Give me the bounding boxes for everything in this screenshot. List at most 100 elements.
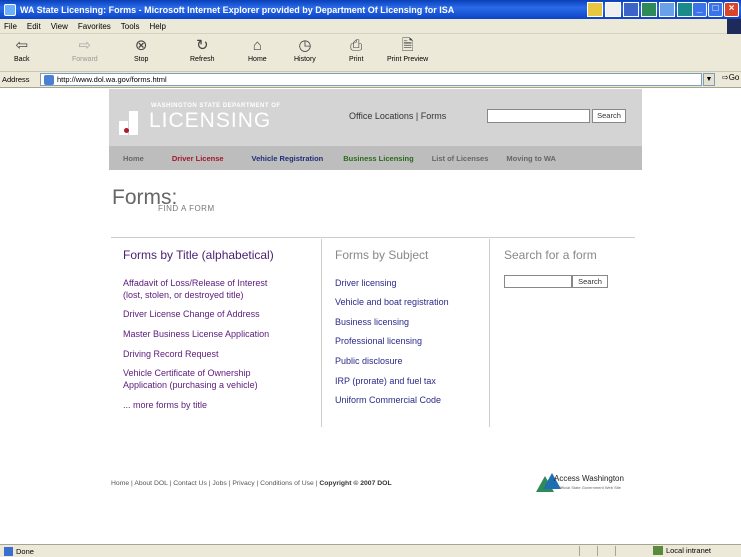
link-vehicle-certificate-detail[interactable]: Application (purchasing a vehicle) [123,379,258,391]
footer-link-conditions[interactable]: Conditions of Use [260,480,314,487]
tray-icon [659,2,675,17]
site-search-input[interactable] [487,109,590,123]
link-driver-license-change-of-address[interactable]: Driver License Change of Address [123,308,260,320]
minimize-button[interactable]: _ [692,2,707,17]
window-titlebar: WA State Licensing: Forms - Microsoft In… [0,0,741,19]
link-affidavit-of-loss-detail[interactable]: (lost, stolen, or destroyed title) [123,289,244,301]
nav-vehicle-registration[interactable]: Vehicle Registration [232,154,332,163]
dol-logo-icon[interactable] [119,111,143,135]
history-button[interactable]: ◷ History [294,36,316,63]
stop-icon: ⊗ [134,37,148,54]
footer-link-privacy[interactable]: Privacy [232,480,254,487]
link-vehicle-certificate-of-ownership[interactable]: Vehicle Certificate of Ownership [123,367,251,379]
address-url: http://www.dol.wa.gov/forms.html [57,75,167,84]
forms-by-subject-heading: Forms by Subject [335,248,429,262]
footer-link-about[interactable]: About DOL [134,480,167,487]
link-subject-vehicle-boat[interactable]: Vehicle and boat registration [335,296,449,308]
tray-icon [623,2,639,17]
window-title: WA State Licensing: Forms - Microsoft In… [20,4,455,15]
menu-favorites[interactable]: Favorites [78,22,111,31]
nav-list-of-licenses[interactable]: List of Licenses [422,154,497,163]
maximize-button[interactable]: □ [708,2,723,17]
header-links[interactable]: Office Locations | Forms [349,111,446,121]
browser-toolbar: ⇦ Back ⇨ Forward ⊗ Stop ↻ Refresh ⌂ Home… [0,34,741,72]
printer-icon: ⎙ [350,37,363,54]
go-arrow-icon: ⇨ [722,73,729,82]
footer-link-contact[interactable]: Contact Us [173,480,207,487]
back-button[interactable]: ⇦ Back [14,36,30,63]
nav-home[interactable]: Home [109,154,152,163]
print-preview-button[interactable]: 🗎 Print Preview [387,36,428,63]
home-button[interactable]: ⌂ Home [248,36,267,63]
history-icon: ◷ [298,37,312,54]
link-subject-public-disclosure[interactable]: Public disclosure [335,355,403,367]
site-search-button[interactable]: Search [592,109,626,123]
menu-tools[interactable]: Tools [121,22,140,31]
tray-icon [587,2,603,17]
content-top-rule [111,237,635,238]
tray-icon [605,2,621,17]
back-arrow-icon: ⇦ [15,37,29,54]
main-nav: Home Driver License Vehicle Registration… [109,146,642,170]
link-driving-record-request[interactable]: Driving Record Request [123,348,219,360]
link-master-business-license[interactable]: Master Business License Application [123,328,269,340]
footer-link-jobs[interactable]: Jobs [212,480,226,487]
nav-moving-to-wa[interactable]: Moving to WA [496,154,564,163]
tray-icon [641,2,657,17]
link-subject-uniform-commercial-code[interactable]: Uniform Commercial Code [335,394,441,406]
nav-business-licensing[interactable]: Business Licensing [331,154,421,163]
forward-button[interactable]: ⇨ Forward [72,36,98,63]
home-icon: ⌂ [252,37,262,54]
link-subject-professional-licensing[interactable]: Professional licensing [335,335,422,347]
windows-logo-icon [727,19,741,34]
column-divider [321,239,322,427]
address-dropdown-button[interactable]: ▼ [703,73,715,86]
search-for-form-heading: Search for a form [504,248,597,262]
page-done-icon [4,546,13,556]
menu-file[interactable]: File [4,22,17,31]
address-input[interactable]: http://www.dol.wa.gov/forms.html [40,73,702,86]
link-subject-driver-licensing[interactable]: Driver licensing [335,277,397,289]
form-search-input[interactable] [504,275,572,288]
intranet-zone-icon [652,546,663,555]
site-header: WASHINGTON STATE DEPARTMENT OF LICENSING… [109,89,642,146]
forward-arrow-icon: ⇨ [78,37,92,54]
link-more-forms-by-title[interactable]: ... more forms by title [123,399,207,411]
refresh-button[interactable]: ↻ Refresh [190,36,215,63]
link-subject-irp-fuel-tax[interactable]: IRP (prorate) and fuel tax [335,375,436,387]
taskbar-tray [587,2,693,17]
page-icon [44,74,54,85]
access-washington-tagline: Official State Government Web Site [558,485,621,490]
tray-icon [677,2,693,17]
form-search-button[interactable]: Search [572,275,608,288]
ie-icon [4,3,16,16]
access-washington-logo[interactable]: Access Washington Official State Governm… [536,473,646,493]
refresh-icon: ↻ [195,37,209,54]
forms-by-title-heading: Forms by Title (alphabetical) [123,248,274,262]
footer-link-home[interactable]: Home [111,480,129,487]
status-text: Done [16,546,34,556]
print-preview-icon: 🗎 [401,37,414,54]
menu-view[interactable]: View [51,22,68,31]
menu-help[interactable]: Help [149,22,165,31]
column-divider [489,239,490,427]
status-panes [579,546,633,556]
address-label: Address [2,75,30,84]
logo-licensing-text[interactable]: LICENSING [149,109,271,133]
stop-button[interactable]: ⊗ Stop [134,36,148,63]
link-affidavit-of-loss[interactable]: Affadavit of Loss/Release of Interest [123,277,267,289]
page-viewport: WASHINGTON STATE DEPARTMENT OF LICENSING… [0,89,741,544]
go-button[interactable]: ⇨Go [722,73,739,82]
link-subject-business-licensing[interactable]: Business licensing [335,316,409,328]
footer-copyright: Copyright © 2007 DOL [319,480,392,487]
menu-edit[interactable]: Edit [27,22,41,31]
nav-driver-license[interactable]: Driver License [152,154,232,163]
access-washington-text: Access Washington [554,474,624,483]
menu-bar: File Edit View Favorites Tools Help [0,19,741,34]
print-button[interactable]: ⎙ Print [349,36,363,63]
close-button[interactable]: × [724,2,739,17]
footer-links: Home | About DOL | Contact Us | Jobs | P… [111,480,392,487]
status-bar: Done Local intranet [0,544,741,557]
address-bar: Address http://www.dol.wa.gov/forms.html… [0,72,741,88]
security-zone: Local intranet [652,546,711,555]
